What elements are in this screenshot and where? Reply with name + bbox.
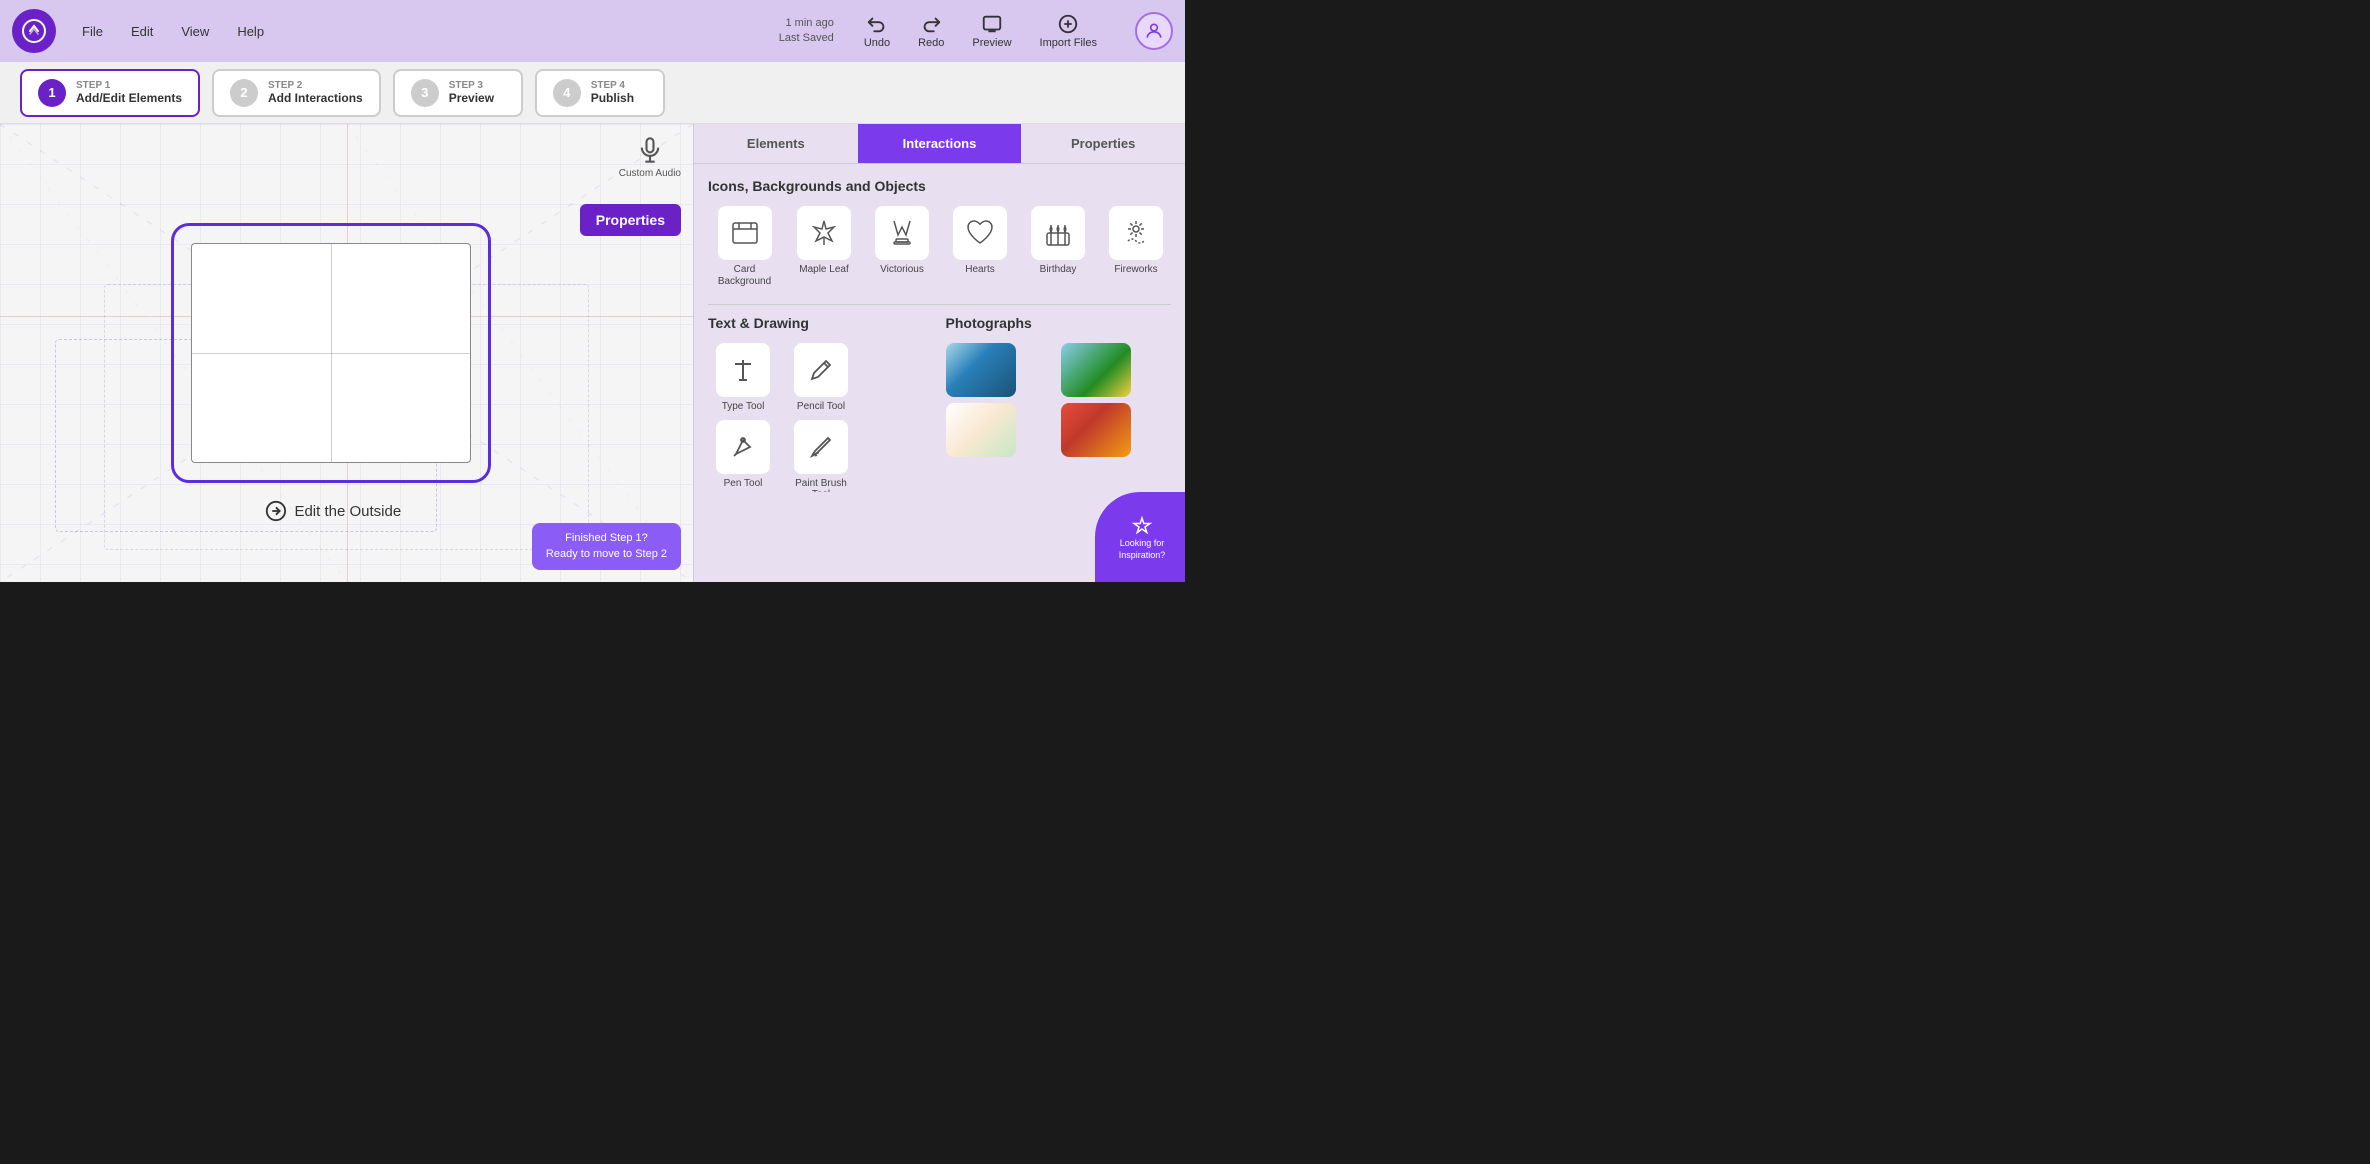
tab-elements[interactable]: Elements — [694, 124, 858, 163]
icon-item-maple-leaf[interactable]: Maple Leaf — [789, 206, 859, 288]
canvas-area[interactable]: Custom Audio Properties Edit the Outside… — [0, 124, 693, 582]
photos-grid — [946, 343, 1172, 457]
card-frame[interactable] — [171, 223, 491, 483]
type-tool-box — [716, 343, 770, 397]
pencil-tool-label: Pencil Tool — [797, 401, 845, 412]
steps-bar: 1 STEP 1 Add/Edit Elements 2 STEP 2 Add … — [0, 62, 1185, 124]
step-1-number: 1 — [38, 79, 66, 107]
victorious-icon-box — [875, 206, 929, 260]
birthday-icon-box — [1031, 206, 1085, 260]
photographs-title: Photographs — [946, 315, 1172, 331]
inspiration-container: Looking for Inspiration? — [694, 492, 1185, 582]
paint-brush-tool-box — [794, 420, 848, 474]
hearts-icon-box — [953, 206, 1007, 260]
photo-gift[interactable] — [1061, 403, 1131, 457]
step-2-number: 2 — [230, 79, 258, 107]
text-drawing-section: Text & Drawing Type Tool — [708, 315, 934, 492]
menu-bar: File Edit View Help — [76, 20, 270, 43]
pen-tool-box — [716, 420, 770, 474]
properties-button[interactable]: Properties — [580, 204, 681, 236]
maple-leaf-label: Maple Leaf — [799, 264, 848, 276]
top-bar: File Edit View Help 1 min ago Last Saved… — [0, 0, 1185, 62]
finish-step-line1: Finished Step 1? — [546, 531, 667, 546]
menu-edit[interactable]: Edit — [125, 20, 159, 43]
panel-tabs: Elements Interactions Properties — [694, 124, 1185, 164]
type-tool-label: Type Tool — [722, 401, 765, 412]
birthday-label: Birthday — [1040, 264, 1077, 276]
inspiration-button[interactable]: Looking for Inspiration? — [1095, 492, 1185, 582]
import-files-button[interactable]: Import Files — [1030, 9, 1107, 53]
paint-brush-tool-item[interactable]: Paint Brush Tool — [786, 420, 856, 492]
inspiration-label: Looking for Inspiration? — [1105, 538, 1179, 561]
card-inner-area[interactable] — [191, 243, 471, 463]
edit-outside-button[interactable]: Edit the Outside — [264, 500, 401, 522]
redo-button[interactable]: Redo — [908, 9, 954, 53]
victorious-label: Victorious — [880, 264, 924, 276]
hearts-label: Hearts — [965, 264, 994, 276]
icons-grid: Card Background Maple Leaf — [708, 206, 1171, 288]
menu-file[interactable]: File — [76, 20, 109, 43]
step-3-label: STEP 3 — [449, 80, 494, 91]
card-background-label: Card Background — [708, 264, 781, 288]
photo-cake[interactable] — [946, 403, 1016, 457]
card-background-icon-box — [718, 206, 772, 260]
app-logo[interactable] — [12, 9, 56, 53]
icons-section-title: Icons, Backgrounds and Objects — [708, 178, 1171, 194]
panel-content: Icons, Backgrounds and Objects Card Back… — [694, 164, 1185, 492]
main-layout: Custom Audio Properties Edit the Outside… — [0, 124, 1185, 582]
pen-tool-label: Pen Tool — [724, 478, 763, 489]
maple-leaf-icon-box — [797, 206, 851, 260]
toolbar-actions: Undo Redo Preview Import Files — [854, 9, 1107, 53]
profile-button[interactable] — [1135, 12, 1173, 50]
custom-audio-button[interactable]: Custom Audio — [619, 136, 681, 179]
two-col-text-photos: Text & Drawing Type Tool — [708, 315, 1171, 492]
crosshair-vertical — [331, 244, 332, 462]
paint-brush-tool-label: Paint Brush Tool — [786, 478, 856, 492]
tab-properties[interactable]: Properties — [1021, 124, 1185, 163]
save-status: 1 min ago Last Saved — [779, 16, 834, 47]
menu-view[interactable]: View — [175, 20, 215, 43]
icon-item-fireworks[interactable]: Fireworks — [1101, 206, 1171, 288]
step-2-label: STEP 2 — [268, 80, 363, 91]
pencil-tool-box — [794, 343, 848, 397]
step-1-label: STEP 1 — [76, 80, 182, 91]
tools-grid: Type Tool Pencil Tool — [708, 343, 934, 492]
step-3[interactable]: 3 STEP 3 Preview — [393, 69, 523, 117]
finish-step-button[interactable]: Finished Step 1? Ready to move to Step 2 — [532, 523, 681, 570]
photo-ocean[interactable] — [946, 343, 1016, 397]
step-3-number: 3 — [411, 79, 439, 107]
step-4-name: Publish — [591, 91, 634, 105]
icon-item-birthday[interactable]: Birthday — [1023, 206, 1093, 288]
text-drawing-title: Text & Drawing — [708, 315, 934, 331]
pencil-tool-item[interactable]: Pencil Tool — [786, 343, 856, 412]
photo-beach[interactable] — [1061, 343, 1131, 397]
icon-item-card-background[interactable]: Card Background — [708, 206, 781, 288]
finish-step-line2: Ready to move to Step 2 — [546, 547, 667, 562]
divider-1 — [708, 304, 1171, 305]
step-4-label: STEP 4 — [591, 80, 634, 91]
step-3-name: Preview — [449, 91, 494, 105]
icon-item-hearts[interactable]: Hearts — [945, 206, 1015, 288]
step-2[interactable]: 2 STEP 2 Add Interactions — [212, 69, 381, 117]
step-4-number: 4 — [553, 79, 581, 107]
icon-item-victorious[interactable]: Victorious — [867, 206, 937, 288]
step-1-name: Add/Edit Elements — [76, 91, 182, 105]
step-4[interactable]: 4 STEP 4 Publish — [535, 69, 665, 117]
fireworks-label: Fireworks — [1114, 264, 1157, 276]
undo-button[interactable]: Undo — [854, 9, 900, 53]
step-2-name: Add Interactions — [268, 91, 363, 105]
right-panel: Elements Interactions Properties Icons, … — [693, 124, 1185, 582]
step-1[interactable]: 1 STEP 1 Add/Edit Elements — [20, 69, 200, 117]
pen-tool-item[interactable]: Pen Tool — [708, 420, 778, 492]
photographs-section: Photographs — [946, 315, 1172, 492]
fireworks-icon-box — [1109, 206, 1163, 260]
menu-help[interactable]: Help — [231, 20, 270, 43]
type-tool-item[interactable]: Type Tool — [708, 343, 778, 412]
preview-button[interactable]: Preview — [962, 9, 1021, 53]
tab-interactions[interactable]: Interactions — [858, 124, 1022, 163]
